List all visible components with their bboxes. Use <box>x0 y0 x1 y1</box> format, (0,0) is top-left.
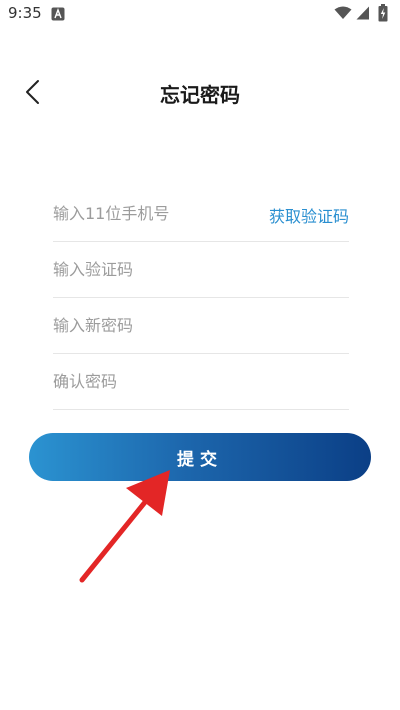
get-code-button[interactable]: 获取验证码 <box>269 203 349 227</box>
reset-password-form: 获取验证码 <box>53 186 349 410</box>
submit-button[interactable]: 提交 <box>29 433 371 481</box>
status-time: 9:35 <box>8 4 42 22</box>
header: 忘记密码 <box>0 68 400 116</box>
new-password-input[interactable] <box>53 312 253 338</box>
cell-signal-icon <box>356 6 369 20</box>
battery-charging-icon <box>378 4 388 22</box>
status-icons <box>332 4 392 24</box>
phone-field-row: 获取验证码 <box>53 186 349 242</box>
confirm-password-field-row <box>53 354 349 410</box>
wifi-icon <box>334 6 352 19</box>
code-field-row <box>53 242 349 298</box>
verification-code-input[interactable] <box>53 256 253 282</box>
status-bar: 9:35 <box>0 0 400 28</box>
new-password-field-row <box>53 298 349 354</box>
phone-input[interactable] <box>53 200 253 226</box>
notification-a-icon <box>51 6 65 21</box>
page-title: 忘记密码 <box>160 83 240 107</box>
annotation-arrow-icon <box>79 470 170 583</box>
confirm-password-input[interactable] <box>53 368 253 394</box>
